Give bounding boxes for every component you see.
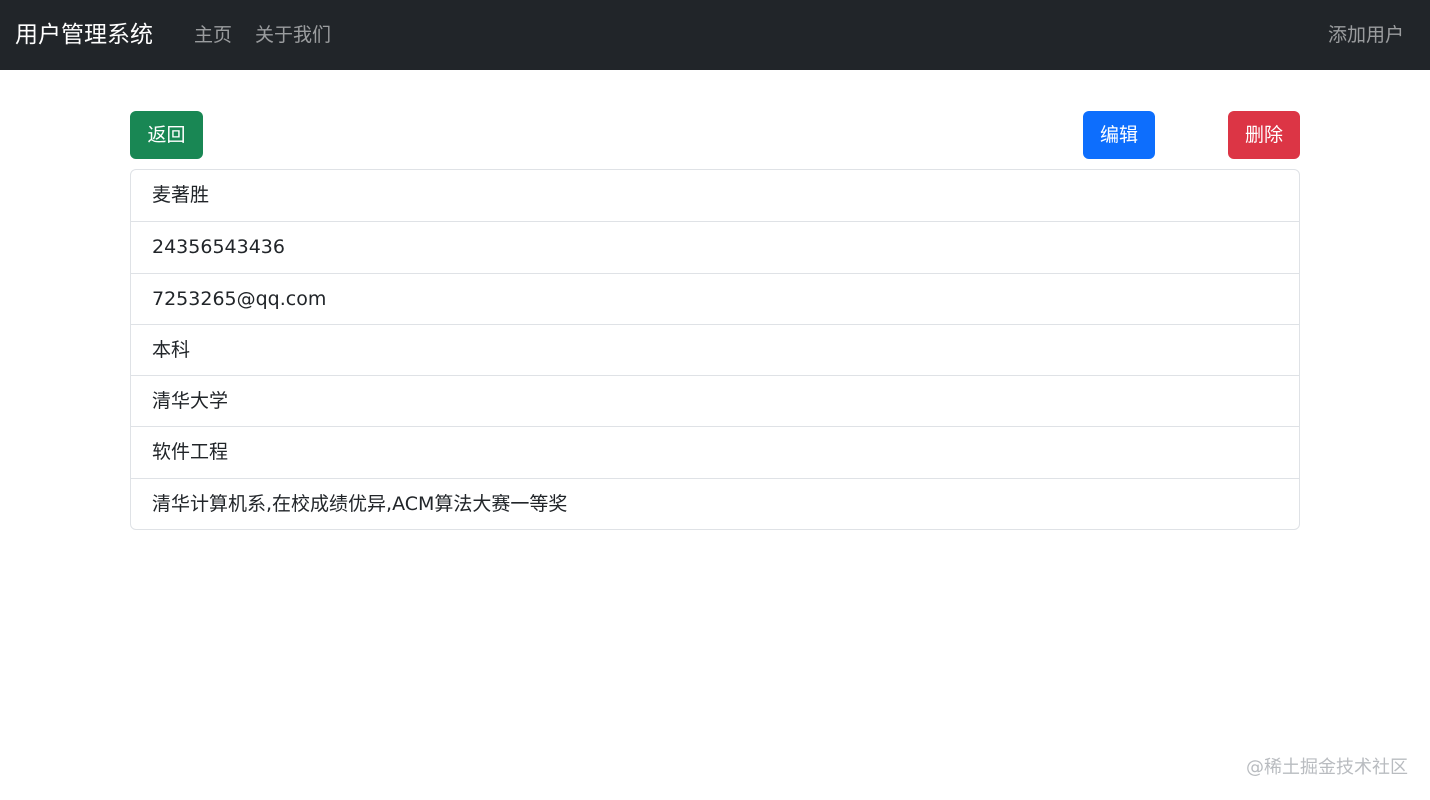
detail-email: 7253265@qq.com [131, 272, 1299, 324]
nav-link-about[interactable]: 关于我们 [255, 22, 331, 48]
detail-major: 软件工程 [131, 426, 1299, 477]
navbar: 用户管理系统 主页 关于我们 添加用户 [0, 0, 1430, 70]
detail-name: 麦著胜 [152, 184, 210, 206]
nav-link-home[interactable]: 主页 [194, 22, 232, 48]
watermark-text: @稀土掘金技术社区 [1246, 757, 1408, 778]
user-detail-list: 麦著胜 24356543436 7253265@qq.com 本科 清华大学 软… [130, 169, 1300, 531]
nav-link-add-user[interactable]: 添加用户 [1328, 22, 1404, 48]
delete-button[interactable]: 删除 [1228, 111, 1300, 159]
detail-education: 本科 [131, 323, 1299, 375]
detail-description: 清华计算机系,在校成绩优异,ACM算法大赛一等奖 [131, 477, 1299, 529]
detail-school: 清华大学 [131, 375, 1299, 426]
navbar-brand[interactable]: 用户管理系统 [15, 20, 153, 50]
edit-button[interactable]: 编辑 [1083, 111, 1155, 159]
back-button[interactable]: 返回 [130, 111, 203, 159]
detail-phone: 24356543436 [131, 221, 1299, 272]
